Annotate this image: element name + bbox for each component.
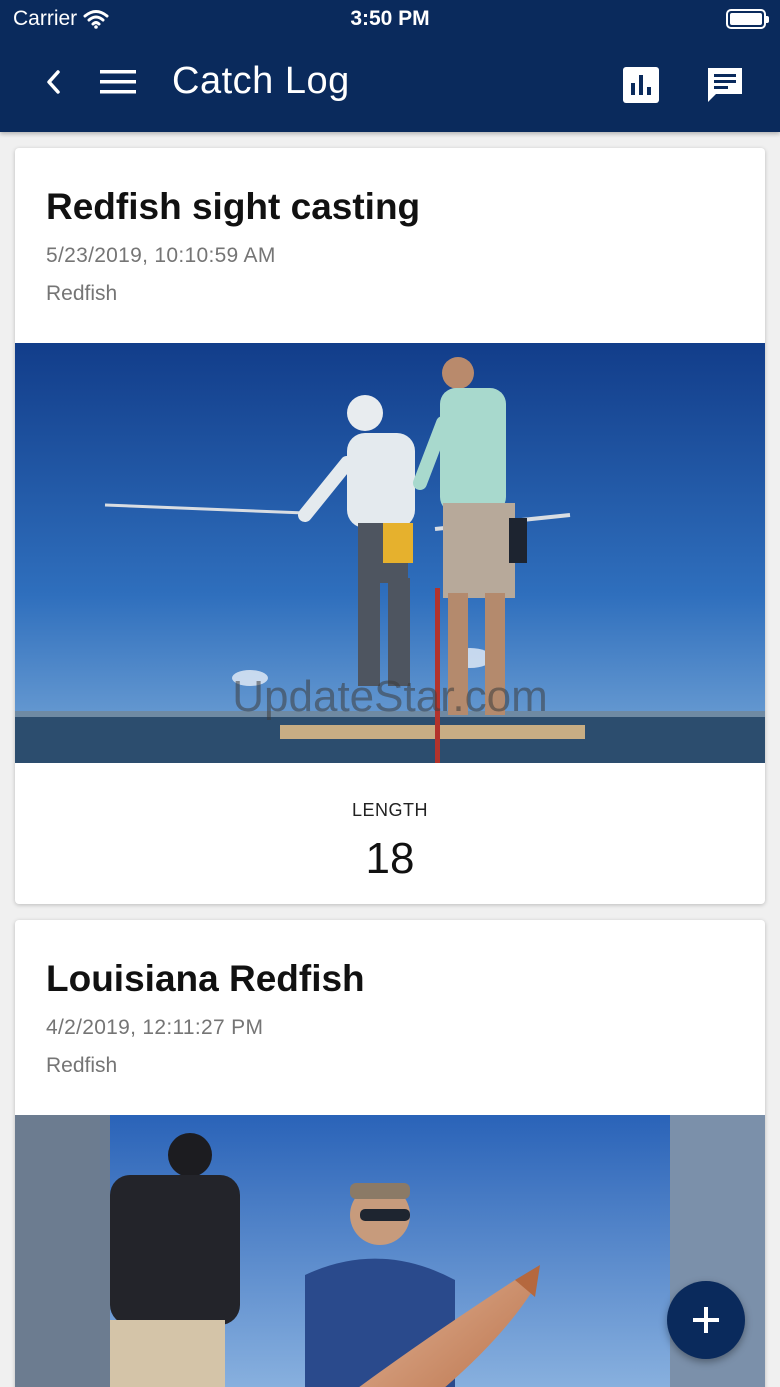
app-header: Carrier 3:50 PM Catch Log <box>0 0 780 132</box>
status-time: 3:50 PM <box>350 7 430 30</box>
bar-chart-icon <box>623 67 659 103</box>
battery-icon <box>726 9 769 29</box>
catch-species: Redfish <box>46 282 118 305</box>
chat-button[interactable] <box>700 60 750 110</box>
catch-species: Redfish <box>46 1054 118 1077</box>
plus-icon <box>693 1307 719 1333</box>
catch-date: 4/2/2019, 12:11:27 PM <box>46 1016 264 1039</box>
catch-photo[interactable] <box>15 343 765 763</box>
metric-label: LENGTH <box>351 800 428 820</box>
back-icon <box>47 70 60 94</box>
menu-button[interactable] <box>96 62 140 102</box>
catch-title: Redfish sight casting <box>46 186 421 227</box>
menu-icon <box>100 70 136 94</box>
status-bar: Carrier 3:50 PM <box>0 0 780 40</box>
catch-date: 5/23/2019, 10:10:59 AM <box>46 244 276 267</box>
metric-value: 18 <box>365 834 415 883</box>
back-button[interactable] <box>34 62 74 102</box>
page-title: Catch Log <box>172 60 350 102</box>
add-catch-button[interactable] <box>667 1281 745 1359</box>
catch-title: Louisiana Redfish <box>46 958 365 999</box>
catch-card[interactable]: Redfish sight casting 5/23/2019, 10:10:5… <box>15 148 765 904</box>
chat-icon <box>708 68 742 102</box>
statistics-button[interactable] <box>618 62 664 108</box>
catch-photo[interactable] <box>15 1115 765 1387</box>
catch-list: Redfish sight casting 5/23/2019, 10:10:5… <box>0 132 780 1387</box>
catch-card[interactable]: Louisiana Redfish 4/2/2019, 12:11:27 PM … <box>15 920 765 1387</box>
nav-bar: Catch Log <box>0 40 780 132</box>
